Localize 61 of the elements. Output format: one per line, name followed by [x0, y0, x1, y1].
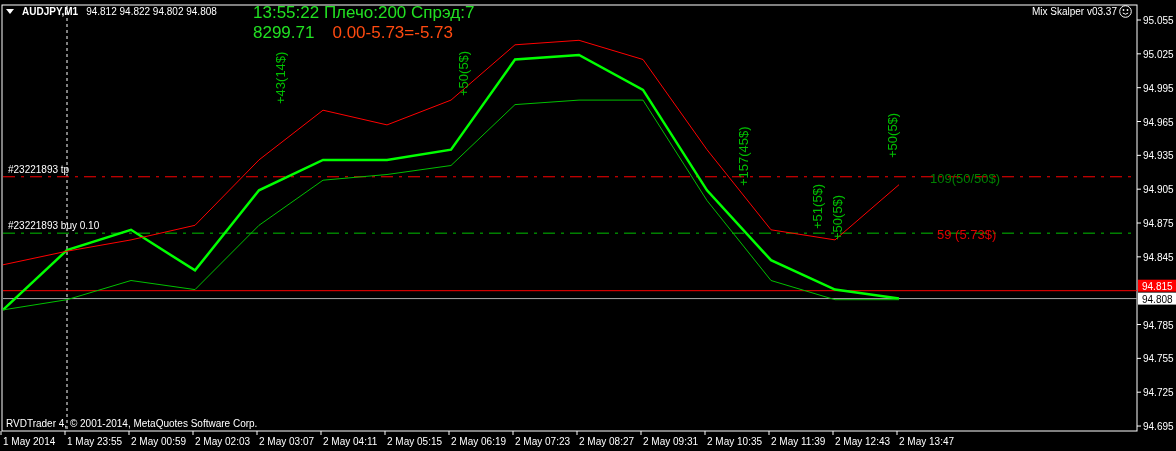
time-axis-label: 2 May 08:27	[579, 436, 635, 447]
price-axis-label: 94.995	[1136, 82, 1174, 94]
symbol-label: AUDJPY,M1	[22, 6, 79, 17]
time-axis-label: 2 May 13:47	[899, 436, 955, 447]
time-axis-label: 2 May 07:23	[515, 436, 571, 447]
y-tick-label: 94.755	[1143, 353, 1175, 365]
result-text: 0.00-5.73=-5.73	[332, 23, 453, 43]
time-axis-label: 2 May 04:11	[323, 436, 378, 447]
price-axis-label: 94.755	[1136, 353, 1174, 365]
profit-label: +50(5$)	[456, 50, 471, 96]
price-axis-label: 94.965	[1136, 116, 1174, 128]
order-label: #23221893 tp	[8, 163, 70, 175]
y-tick-label: 94.965	[1143, 116, 1175, 128]
price-axis-label: 94.875	[1136, 218, 1174, 229]
ref-line-label: 94.815	[1142, 280, 1174, 292]
profit-label: +50(5$)	[830, 194, 845, 240]
price-axis-label: 94.845	[1136, 251, 1174, 263]
indicator-name: Mix Skalper v03.37	[1031, 6, 1117, 17]
time-axis-label: 2 May 00:59	[131, 436, 187, 447]
order-label: #23221893 buy 0.10	[8, 220, 100, 232]
level-note: 109(50/50$)	[930, 170, 1001, 186]
time-axis-label: 2 May 11:39	[771, 436, 826, 447]
price-tag: 94.815	[1138, 279, 1176, 292]
time-axis-label: 2 May 10:35	[707, 436, 763, 447]
price-axis-label: 94.725	[1136, 387, 1174, 399]
time-axis-label: 2 May 02:03	[195, 436, 251, 447]
y-tick-label: 94.725	[1143, 387, 1175, 399]
y-tick-label: 94.995	[1143, 82, 1175, 94]
profit-label: +51(5$)	[810, 183, 825, 229]
profit-label: +157(45$)	[736, 126, 751, 186]
time-axis-label: 2 May 03:07	[259, 436, 315, 447]
ref-line-label: 94.808	[1142, 293, 1174, 305]
y-tick-label: 94.845	[1143, 251, 1175, 263]
level-note: 59 (5.73$)	[937, 227, 997, 243]
y-tick-label: 94.875	[1143, 218, 1175, 230]
time-axis-label: 1 May 23:55	[67, 436, 123, 447]
y-tick-label: 94.905	[1143, 184, 1175, 196]
price-axis-label: 94.785	[1136, 319, 1174, 331]
status-text: 13:55:22 Плечо:200 Спрэд:7	[253, 3, 475, 23]
y-tick-label: 94.785	[1143, 319, 1175, 331]
y-tick-label: 95.055	[1143, 15, 1175, 26]
quotes-text: 94.812 94.822 94.802 94.808	[86, 6, 217, 17]
time-axis-label: 2 May 12:43	[835, 436, 891, 447]
copyright-text: RVDTrader 4, © 2001-2014, MetaQuotes Software Corp.	[6, 418, 258, 429]
y-tick-label: 94.935	[1143, 150, 1175, 162]
time-axis-label: 2 May 06:19	[451, 436, 507, 447]
price-axis-label: 94.905	[1136, 184, 1174, 196]
profit-label: +50(5$)	[885, 112, 900, 158]
price-axis-label: 95.025	[1136, 48, 1174, 60]
price-axis-label: 94.695	[1136, 421, 1174, 433]
profit-label: +43(14$)	[273, 51, 288, 104]
time-axis-label: 2 May 09:31	[643, 436, 699, 447]
price-axis-label: 94.935	[1136, 150, 1174, 162]
y-tick-label: 94.695	[1143, 421, 1175, 433]
balance-text: 8299.71	[253, 23, 315, 43]
price-axis-label: 95.055	[1136, 15, 1174, 26]
time-axis-label: 1 May 2014	[3, 436, 56, 447]
price-tag: 94.808	[1138, 292, 1176, 305]
caret-icon	[6, 9, 14, 14]
time-axis-label: 2 May 05:15	[387, 436, 443, 447]
y-tick-label: 95.025	[1143, 48, 1175, 60]
